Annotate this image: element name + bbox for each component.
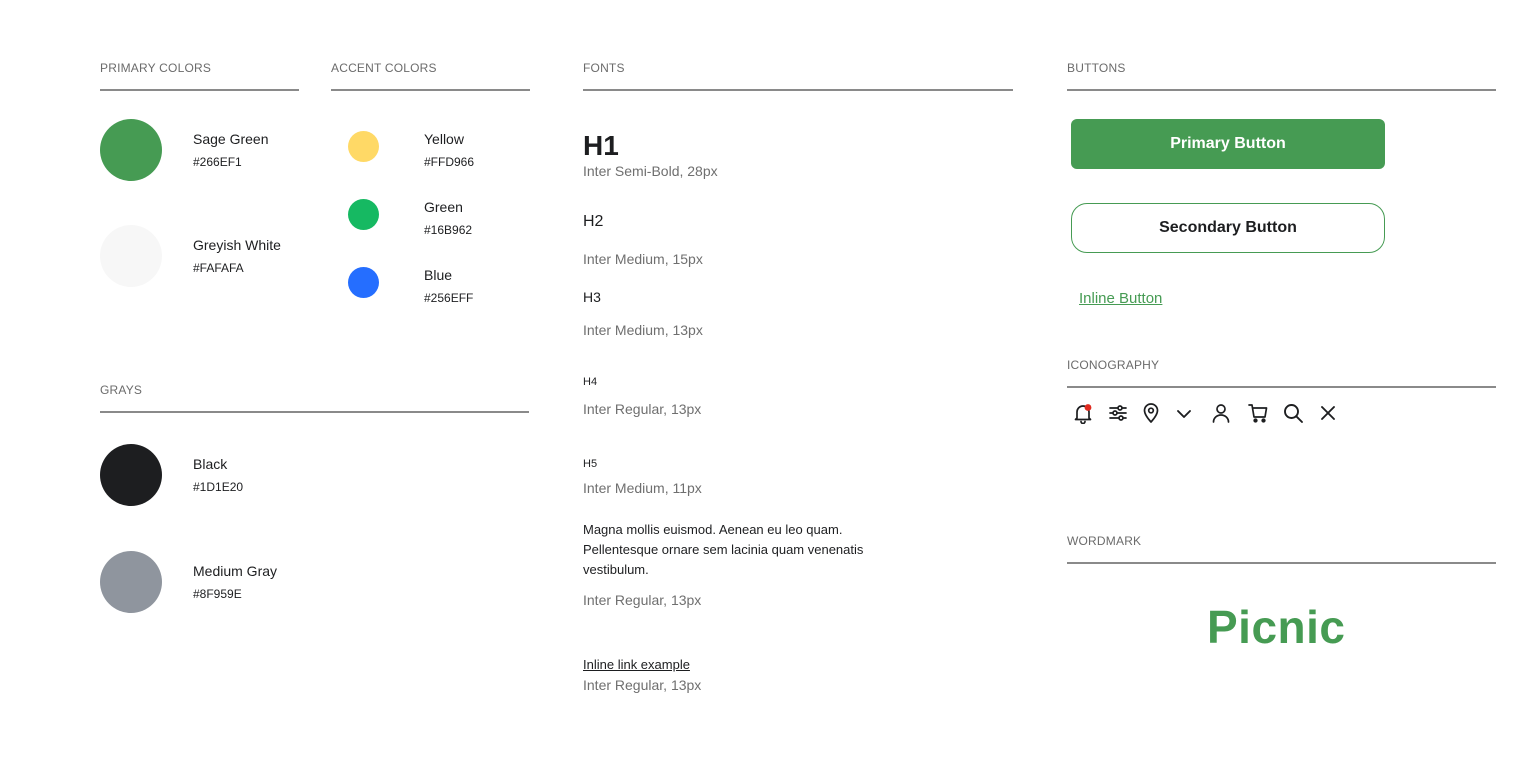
close-icon[interactable] bbox=[1317, 402, 1339, 424]
fonts-title: FONTS bbox=[583, 61, 625, 75]
font-sample-h2: H2 bbox=[583, 213, 604, 230]
secondary-button[interactable]: Secondary Button bbox=[1071, 203, 1385, 253]
color-name: Sage Green bbox=[193, 131, 269, 147]
font-desc-h3: Inter Medium, 13px bbox=[583, 322, 703, 338]
font-desc-h5: Inter Medium, 11px bbox=[583, 480, 702, 496]
color-hex: #16B962 bbox=[424, 223, 473, 237]
color-name: Greyish White bbox=[193, 237, 281, 253]
bell-icon[interactable] bbox=[1072, 402, 1094, 424]
buttons-title: BUTTONS bbox=[1067, 61, 1126, 75]
inline-link-example[interactable]: Inline link example bbox=[583, 657, 690, 672]
font-sample-body: Magna mollis euismod. Aenean eu leo quam… bbox=[583, 522, 864, 577]
accent-colors-title: ACCENT COLORS bbox=[331, 61, 437, 75]
color-hex: #8F959E bbox=[193, 587, 242, 601]
grays-title: GRAYS bbox=[100, 383, 143, 397]
sliders-icon[interactable] bbox=[1107, 402, 1129, 424]
color-name: Green bbox=[424, 199, 463, 215]
fonts-divider bbox=[583, 89, 1013, 91]
font-desc-h1: Inter Semi-Bold, 28px bbox=[583, 163, 718, 179]
color-swatch-greyish-white bbox=[100, 225, 162, 287]
color-hex: #FAFAFA bbox=[193, 261, 244, 275]
iconography-title: ICONOGRAPHY bbox=[1067, 358, 1160, 372]
primary-button[interactable]: Primary Button bbox=[1071, 119, 1385, 169]
user-icon[interactable] bbox=[1210, 402, 1232, 424]
grays-divider bbox=[100, 411, 529, 413]
color-swatch-black bbox=[100, 444, 162, 506]
chevron-down-icon[interactable] bbox=[1173, 402, 1195, 424]
color-name: Yellow bbox=[424, 131, 464, 147]
search-icon[interactable] bbox=[1282, 402, 1304, 424]
color-name: Medium Gray bbox=[193, 563, 278, 579]
picnic-wordmark: Picnic bbox=[1207, 601, 1346, 653]
primary-colors-title: PRIMARY COLORS bbox=[100, 61, 212, 75]
buttons-divider bbox=[1067, 89, 1496, 91]
wordmark-title: WORDMARK bbox=[1067, 534, 1142, 548]
color-hex: #266EF1 bbox=[193, 155, 242, 169]
primary-colors-divider bbox=[100, 89, 299, 91]
color-name: Black bbox=[193, 456, 228, 472]
location-pin-icon[interactable] bbox=[1140, 402, 1162, 424]
color-swatch-green bbox=[348, 199, 379, 230]
font-desc-link: Inter Regular, 13px bbox=[583, 677, 702, 693]
font-desc-h2: Inter Medium, 15px bbox=[583, 251, 703, 267]
font-sample-h5: H5 bbox=[583, 458, 598, 470]
color-swatch-medium-gray bbox=[100, 551, 162, 613]
inline-button[interactable]: Inline Button bbox=[1079, 290, 1162, 307]
color-swatch-yellow bbox=[348, 131, 379, 162]
color-name: Blue bbox=[424, 267, 453, 283]
font-desc-h4: Inter Regular, 13px bbox=[583, 401, 702, 417]
font-desc-body: Inter Regular, 13px bbox=[583, 592, 702, 608]
color-hex: #FFD966 bbox=[424, 155, 475, 169]
color-hex: #256EFF bbox=[424, 291, 474, 305]
wordmark-divider bbox=[1067, 562, 1496, 564]
color-hex: #1D1E20 bbox=[193, 480, 244, 494]
color-swatch-sage-green bbox=[100, 119, 162, 181]
accent-colors-divider bbox=[331, 89, 530, 91]
font-sample-h4: H4 bbox=[583, 376, 598, 388]
font-sample-h3: H3 bbox=[583, 289, 601, 305]
color-swatch-blue bbox=[348, 267, 379, 298]
font-sample-h1: H1 bbox=[583, 130, 619, 161]
iconography-divider bbox=[1067, 386, 1496, 388]
cart-icon[interactable] bbox=[1247, 402, 1269, 424]
